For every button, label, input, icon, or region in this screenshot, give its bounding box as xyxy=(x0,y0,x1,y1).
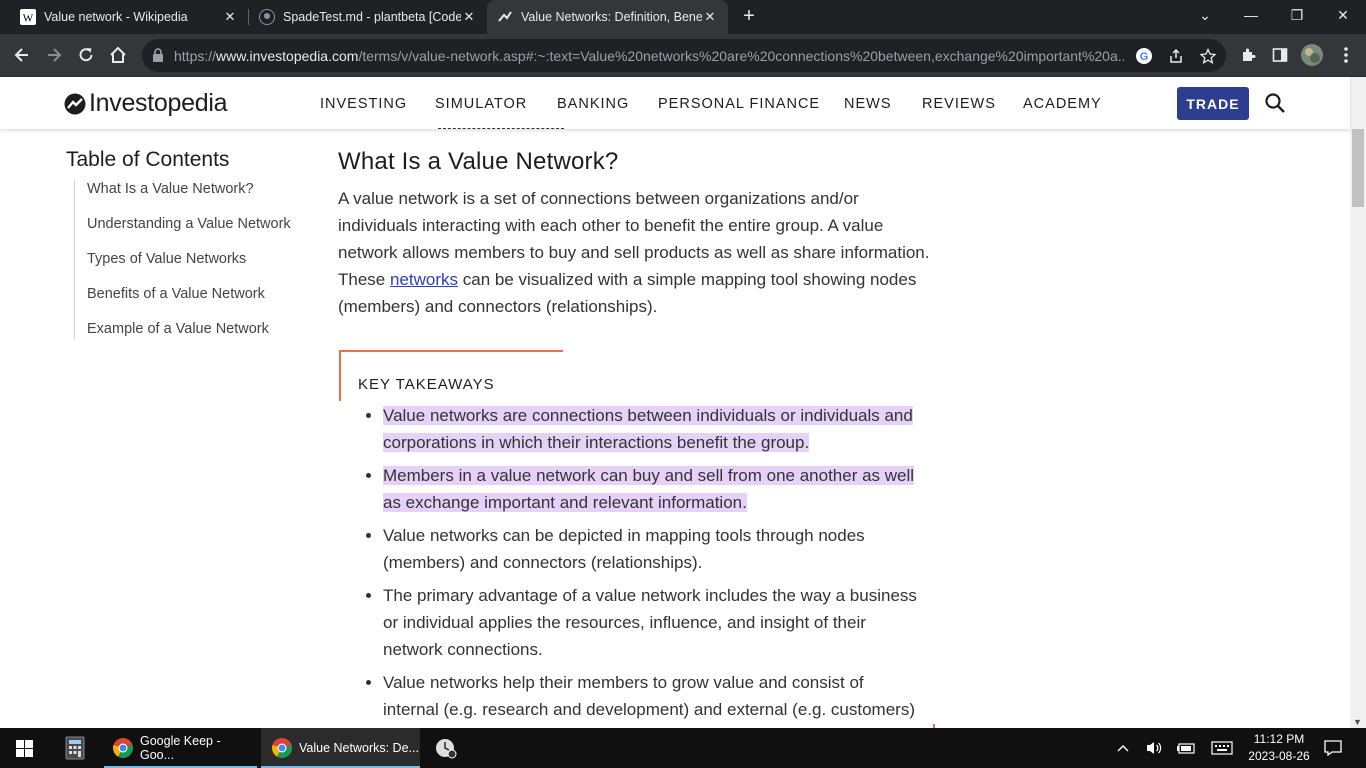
taskbar-app-label: Google Keep - Goo... xyxy=(140,734,221,762)
show-hidden-icons-icon[interactable] xyxy=(1112,728,1134,768)
nav-academy[interactable]: ACADEMY xyxy=(1023,96,1102,112)
key-takeaways-title: KEY TAKEAWAYS xyxy=(358,376,495,393)
nav-banking[interactable]: BANKING xyxy=(557,96,629,112)
close-window-icon[interactable]: ✕ xyxy=(1320,0,1366,30)
nav-simulator[interactable]: SIMULATOR xyxy=(435,96,527,112)
clock-date: 2023-08-26 xyxy=(1248,749,1310,763)
networks-link[interactable]: networks xyxy=(390,270,458,289)
nav-news[interactable]: NEWS xyxy=(844,96,892,112)
scrollbar-thumb[interactable] xyxy=(1352,129,1364,207)
clock-app-icon[interactable] xyxy=(426,728,466,768)
profile-avatar[interactable] xyxy=(1298,41,1326,69)
wikipedia-icon: W xyxy=(20,9,36,25)
taskbar-app-label: Value Networks: De... xyxy=(299,741,419,755)
toc-item[interactable]: Understanding a Value Network xyxy=(87,215,306,234)
browser-toolbar: https://www.investopedia.com/terms/v/val… xyxy=(0,34,1366,77)
tab-title: Value network - Wikipedia xyxy=(44,10,188,24)
tab-title: Value Networks: Definition, Benefits, an… xyxy=(521,10,702,24)
takeaway-item: Value networks help their members to gro… xyxy=(383,669,923,723)
share-icon[interactable] xyxy=(1166,46,1186,66)
nav-dropdown-dashed-divider xyxy=(438,128,564,129)
notification-center-icon[interactable] xyxy=(1320,728,1346,768)
key-takeaways-left-border xyxy=(339,350,341,401)
lock-icon[interactable] xyxy=(152,48,164,67)
chrome-menu-icon[interactable] xyxy=(1332,41,1360,69)
home-icon[interactable] xyxy=(104,41,132,69)
article-body: What Is a Value Network? A value network… xyxy=(338,148,938,320)
takeaway-item: Value networks are connections between i… xyxy=(383,402,923,456)
investopedia-logo[interactable]: Investopedia xyxy=(64,89,227,118)
table-of-contents: Table of Contents What Is a Value Networ… xyxy=(66,148,306,355)
toc-item[interactable]: Benefits of a Value Network xyxy=(87,285,306,304)
svg-text:W: W xyxy=(23,13,34,25)
tab-title: SpadeTest.md - plantbeta [Codespaces] xyxy=(283,10,461,24)
chrome-icon xyxy=(271,737,293,759)
takeaway-highlighted-text: Members in a value network can buy and s… xyxy=(383,466,915,512)
nav-personal-finance[interactable]: PERSONAL FINANCE xyxy=(658,96,820,112)
toc-item[interactable]: Types of Value Networks xyxy=(87,250,306,269)
logo-text: Investopedia xyxy=(89,89,228,117)
browser-tab-strip: W Value network - Wikipedia ✕ SpadeTest.… xyxy=(0,0,1366,34)
volume-icon[interactable] xyxy=(1142,728,1166,768)
system-clock[interactable]: 11:12 PM 2023-08-26 xyxy=(1244,731,1314,765)
nav-investing[interactable]: INVESTING xyxy=(320,96,407,112)
new-tab-button[interactable]: + xyxy=(738,5,760,27)
investopedia-icon xyxy=(497,9,513,25)
battery-icon[interactable] xyxy=(1175,728,1199,768)
address-bar[interactable]: https://www.investopedia.com/terms/v/val… xyxy=(142,39,1226,72)
calculator-icon[interactable] xyxy=(54,728,96,768)
takeaway-highlighted-text: Value networks are connections between i… xyxy=(383,406,913,452)
key-takeaways-top-border xyxy=(339,350,563,352)
keyboard-icon[interactable] xyxy=(1208,728,1236,768)
takeaway-item: Value networks can be depicted in mappin… xyxy=(383,522,923,576)
toc-title: Table of Contents xyxy=(66,148,230,171)
github-icon xyxy=(259,9,275,25)
trade-button[interactable]: TRADE xyxy=(1177,87,1249,120)
key-takeaways-list: Value networks are connections between i… xyxy=(383,402,923,729)
minimize-icon[interactable]: — xyxy=(1228,0,1274,30)
scroll-down-arrow-icon[interactable]: ▼ xyxy=(1353,717,1362,727)
clock-time: 11:12 PM xyxy=(1253,732,1305,746)
close-tab-icon[interactable]: ✕ xyxy=(222,9,238,25)
chrome-icon xyxy=(112,737,134,759)
svg-text:G: G xyxy=(1140,51,1149,63)
tab-spadetest[interactable]: SpadeTest.md - plantbeta [Codespaces] ✕ xyxy=(249,0,487,34)
back-icon[interactable] xyxy=(8,41,36,69)
bookmark-star-icon[interactable] xyxy=(1198,46,1218,66)
article-lead-paragraph: A value network is a set of connections … xyxy=(338,189,930,316)
close-tab-icon[interactable]: ✕ xyxy=(461,9,477,25)
toc-item[interactable]: Example of a Value Network xyxy=(87,320,306,339)
search-icon[interactable] xyxy=(1264,92,1286,114)
url-text[interactable]: https://www.investopedia.com/terms/v/val… xyxy=(174,48,1124,64)
tab-search-icon[interactable]: ⌄ xyxy=(1182,0,1228,30)
windows-start-icon[interactable] xyxy=(0,728,48,768)
extensions-icon[interactable] xyxy=(1234,41,1262,69)
forward-icon[interactable] xyxy=(40,41,68,69)
reload-icon[interactable] xyxy=(72,41,100,69)
takeaway-item: Members in a value network can buy and s… xyxy=(383,462,923,516)
taskbar-google-keep[interactable]: Google Keep - Goo... xyxy=(104,728,257,768)
nav-reviews[interactable]: REVIEWS xyxy=(922,96,996,112)
investopedia-logo-icon xyxy=(64,93,86,114)
taskbar-value-networks[interactable]: Value Networks: De... xyxy=(261,728,420,768)
side-panel-icon[interactable] xyxy=(1266,41,1294,69)
windows-taskbar: Google Keep - Goo... Value Networks: De.… xyxy=(0,728,1366,768)
close-tab-icon[interactable]: ✕ xyxy=(702,9,718,25)
tab-wikipedia[interactable]: W Value network - Wikipedia ✕ xyxy=(0,0,248,34)
restore-icon[interactable]: ❐ xyxy=(1274,0,1320,30)
tab-investopedia[interactable]: Value Networks: Definition, Benefits, an… xyxy=(487,0,728,34)
article-heading: What Is a Value Network? xyxy=(338,148,619,175)
toc-list: What Is a Value Network? Understanding a… xyxy=(74,180,306,339)
site-header: Investopedia INVESTING SIMULATOR BANKING… xyxy=(0,77,1350,129)
toc-item[interactable]: What Is a Value Network? xyxy=(87,180,306,199)
takeaway-item: The primary advantage of a value network… xyxy=(383,582,923,663)
page-scrollbar[interactable]: ▼ xyxy=(1350,77,1366,728)
google-lens-icon[interactable]: G xyxy=(1134,46,1154,66)
